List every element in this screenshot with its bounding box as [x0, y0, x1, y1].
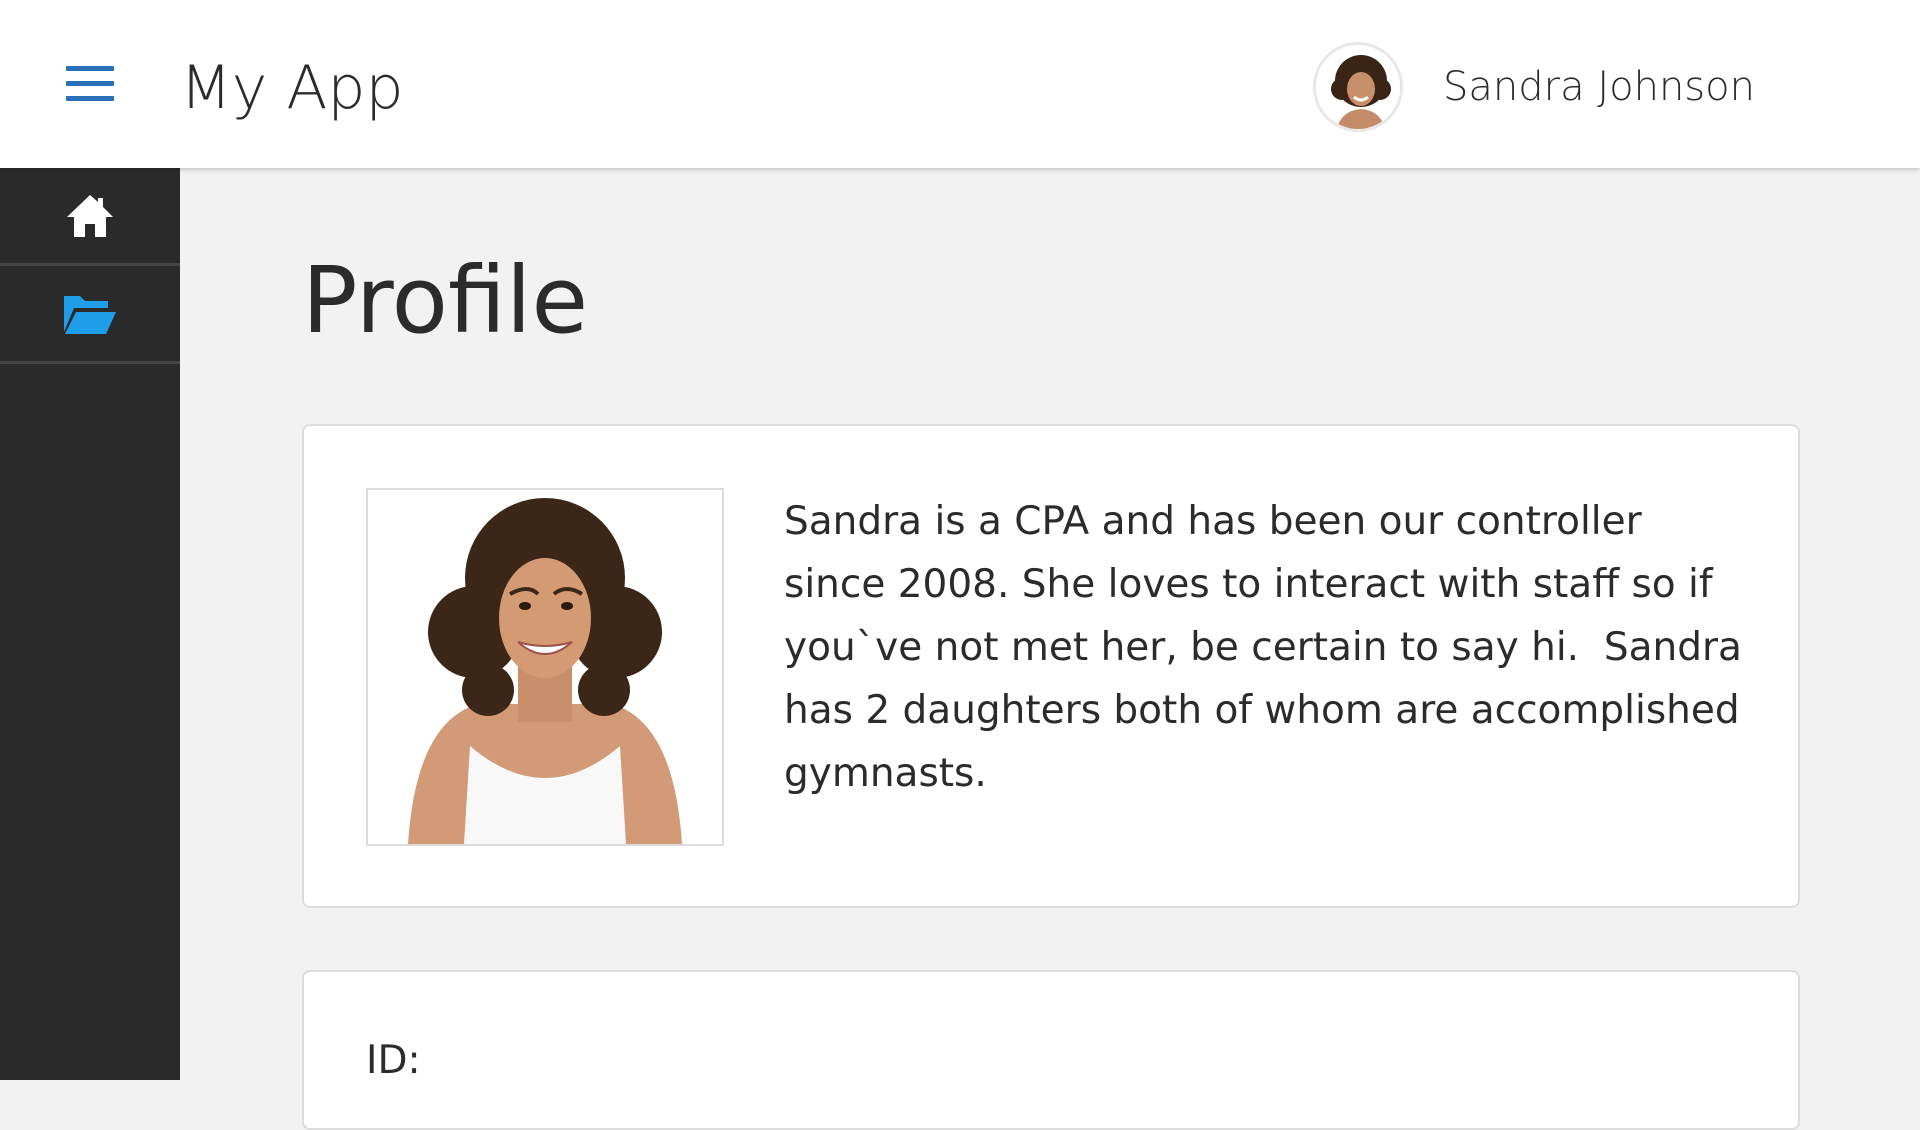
- app-header: My App Sandra Johnson: [0, 0, 1920, 168]
- hamburger-menu-icon[interactable]: [62, 64, 118, 104]
- sidebar-item-folder[interactable]: [0, 266, 180, 364]
- sidebar: [0, 168, 180, 1080]
- main-content: Profile Sandra is a CPA and has been our…: [180, 168, 1920, 1130]
- user-name[interactable]: Sandra Johnson: [1443, 60, 1755, 114]
- sidebar-item-home[interactable]: [0, 168, 180, 266]
- user-avatar[interactable]: [1313, 42, 1403, 132]
- profile-photo: [366, 488, 724, 846]
- id-label: ID:: [366, 1038, 421, 1083]
- profile-card: Sandra is a CPA and has been our control…: [302, 424, 1800, 908]
- profile-bio: Sandra is a CPA and has been our control…: [784, 499, 1755, 796]
- page-title: Profile: [302, 247, 589, 354]
- app-title: My App: [180, 53, 404, 123]
- details-card: ID:: [302, 970, 1800, 1130]
- home-icon: [67, 194, 113, 237]
- folder-open-icon: [64, 295, 116, 334]
